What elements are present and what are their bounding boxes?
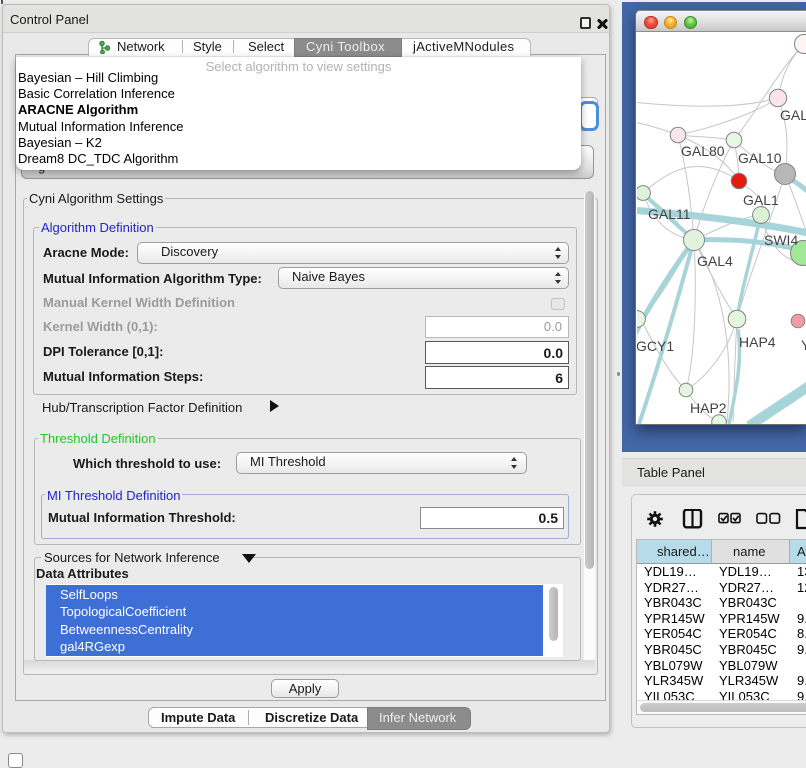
svg-text:SWI4: SWI4 [764,232,798,248]
svg-text:Y: Y [801,337,806,353]
svg-text:HAP4: HAP4 [739,334,776,350]
svg-text:GAL10: GAL10 [738,150,782,166]
svg-text:GAL4: GAL4 [697,253,733,269]
svg-text:GCY1: GCY1 [637,338,674,354]
svg-text:GAL11: GAL11 [648,206,691,222]
svg-text:GAL80: GAL80 [681,143,725,159]
svg-text:HAP2: HAP2 [690,400,727,416]
svg-text:GAL1: GAL1 [743,192,779,208]
svg-text:GAL: GAL [780,107,806,123]
